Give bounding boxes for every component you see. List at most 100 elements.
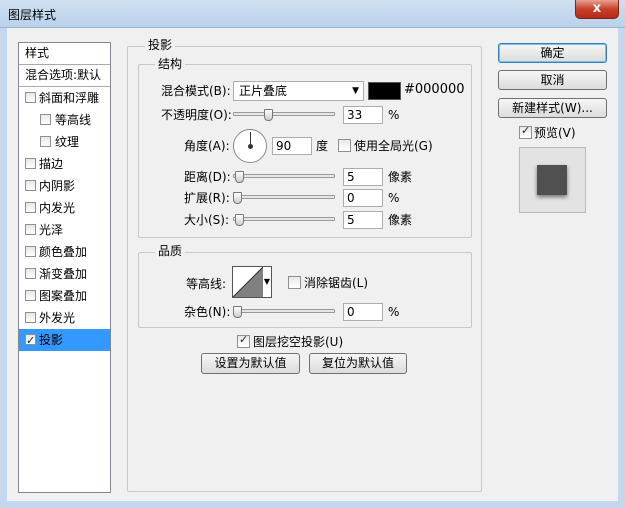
- spread-slider[interactable]: [233, 195, 335, 199]
- anti-alias-label[interactable]: 消除锯齿(L): [304, 275, 368, 291]
- blend-mode-label: 混合模式(B):: [161, 84, 231, 98]
- contour-dropdown-arrow-icon: ▼: [263, 277, 270, 286]
- style-item-label: 颜色叠加: [39, 245, 88, 259]
- anti-alias-checkbox[interactable]: [288, 276, 301, 289]
- size-input[interactable]: 5: [343, 211, 383, 229]
- spread-slider-thumb[interactable]: [233, 192, 242, 204]
- preview-checkbox[interactable]: [519, 124, 532, 139]
- distance-input[interactable]: 5: [343, 168, 383, 186]
- window-frame-left: [0, 28, 7, 508]
- style-item-checkbox[interactable]: [25, 312, 36, 323]
- ok-button[interactable]: 确定: [498, 43, 607, 63]
- style-item-checkbox[interactable]: [25, 202, 36, 213]
- window-title: 图层样式: [8, 8, 57, 22]
- style-item[interactable]: 外发光: [19, 307, 110, 329]
- style-item-checkbox[interactable]: [40, 114, 51, 125]
- new-style-button[interactable]: 新建样式(W)...: [498, 98, 607, 118]
- shadow-color-swatch[interactable]: [368, 82, 401, 100]
- make-default-button[interactable]: 设置为默认值: [201, 353, 300, 374]
- noise-input[interactable]: 0: [343, 303, 383, 321]
- distance-slider[interactable]: [233, 174, 335, 178]
- angle-dial-center: [248, 144, 253, 149]
- shadow-color-hex: #000000: [404, 82, 465, 97]
- preview-square: [537, 165, 567, 195]
- style-item-label: 光泽: [39, 223, 64, 237]
- opacity-slider-thumb[interactable]: [263, 109, 273, 121]
- global-light-checkbox[interactable]: [338, 139, 351, 152]
- styles-header[interactable]: 样式: [19, 43, 110, 65]
- style-item-label: 内阴影: [39, 179, 76, 193]
- style-item-checkbox[interactable]: [25, 180, 36, 191]
- style-item-checkbox[interactable]: [25, 224, 36, 235]
- opacity-unit: %: [388, 108, 400, 122]
- size-slider-thumb[interactable]: [235, 214, 244, 226]
- preview-label[interactable]: 预览(V): [534, 125, 576, 141]
- style-item-label: 内发光: [39, 201, 76, 215]
- style-item-label: 描边: [39, 157, 64, 171]
- angle-label: 角度(A):: [184, 139, 230, 153]
- size-unit: 像素: [388, 213, 413, 227]
- size-slider[interactable]: [233, 217, 335, 221]
- angle-unit: 度: [316, 139, 329, 153]
- opacity-input[interactable]: 33: [343, 106, 383, 124]
- distance-unit: 像素: [388, 170, 413, 184]
- style-item[interactable]: 斜面和浮雕: [19, 87, 110, 109]
- spread-unit: %: [388, 191, 400, 205]
- style-item[interactable]: 纹理: [19, 131, 110, 153]
- opacity-slider[interactable]: [233, 112, 335, 116]
- noise-slider[interactable]: [233, 309, 335, 313]
- style-item-checkbox[interactable]: [25, 290, 36, 301]
- size-label: 大小(S):: [184, 213, 230, 227]
- contour-picker[interactable]: ▼: [232, 266, 272, 298]
- style-item[interactable]: 颜色叠加: [19, 241, 110, 263]
- preview-thumbnail: [519, 147, 586, 213]
- style-item-checkbox[interactable]: [40, 136, 51, 147]
- style-item-label: 等高线: [55, 113, 92, 127]
- contour-label: 等高线:: [186, 277, 227, 291]
- knockout-label[interactable]: 图层挖空投影(U): [253, 334, 343, 350]
- style-item[interactable]: 描边: [19, 153, 110, 175]
- style-item[interactable]: 内发光: [19, 197, 110, 219]
- style-item-checkbox[interactable]: [25, 246, 36, 257]
- style-item-checkbox[interactable]: [25, 92, 36, 103]
- contour-curve-icon: [232, 266, 264, 298]
- styles-list: 样式 混合选项:默认 斜面和浮雕等高线纹理描边内阴影内发光光泽颜色叠加渐变叠加图…: [18, 42, 111, 493]
- global-light-label[interactable]: 使用全局光(G): [354, 138, 433, 154]
- close-button[interactable]: x: [575, 0, 619, 19]
- style-item-checkbox[interactable]: [25, 158, 36, 169]
- style-item[interactable]: 投影: [19, 329, 110, 352]
- style-item-checkbox[interactable]: [25, 268, 36, 279]
- angle-dial[interactable]: [233, 129, 267, 163]
- style-item[interactable]: 等高线: [19, 109, 110, 131]
- blend-options-item[interactable]: 混合选项:默认: [19, 65, 110, 87]
- opacity-label: 不透明度(O):: [161, 108, 232, 122]
- style-item-label: 斜面和浮雕: [39, 91, 100, 105]
- blend-mode-select[interactable]: 正片叠底 ▼: [233, 81, 364, 101]
- style-item-checkbox[interactable]: [25, 330, 36, 352]
- structure-title: 结构: [155, 57, 186, 71]
- spread-label: 扩展(R):: [184, 191, 230, 205]
- noise-unit: %: [388, 305, 400, 319]
- noise-label: 杂色(N):: [184, 305, 231, 319]
- reset-default-button[interactable]: 复位为默认值: [309, 353, 407, 374]
- style-item-label: 渐变叠加: [39, 267, 88, 281]
- style-item-label: 图案叠加: [39, 289, 88, 303]
- knockout-checkbox[interactable]: [237, 333, 250, 348]
- cancel-button[interactable]: 取消: [498, 70, 607, 90]
- style-item[interactable]: 光泽: [19, 219, 110, 241]
- style-item[interactable]: 图案叠加: [19, 285, 110, 307]
- dropdown-arrow-icon: ▼: [352, 86, 359, 96]
- blend-mode-value: 正片叠底: [239, 84, 288, 98]
- style-item[interactable]: 渐变叠加: [19, 263, 110, 285]
- distance-slider-thumb[interactable]: [235, 171, 244, 183]
- distance-label: 距离(D):: [184, 170, 231, 184]
- noise-slider-thumb[interactable]: [233, 306, 242, 318]
- style-item-label: 纹理: [55, 135, 80, 149]
- window-frame-right: [618, 28, 625, 508]
- spread-input[interactable]: 0: [343, 189, 383, 207]
- title-bar: 图层样式 x: [0, 0, 625, 28]
- window-frame-bottom: [0, 501, 625, 508]
- angle-input[interactable]: 90: [272, 137, 312, 155]
- style-item[interactable]: 内阴影: [19, 175, 110, 197]
- style-item-label: 投影: [39, 333, 64, 347]
